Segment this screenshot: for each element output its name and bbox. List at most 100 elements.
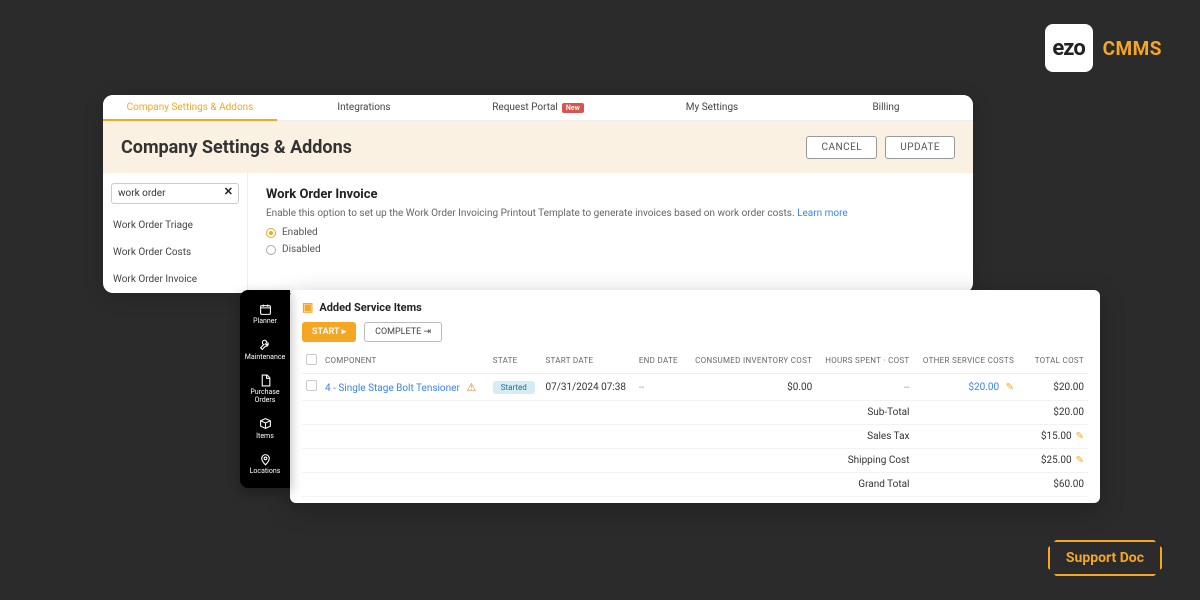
col-total: TOTAL COST — [1018, 348, 1088, 374]
cancel-button[interactable]: CANCEL — [806, 136, 877, 159]
summary-subtotal: Sub-Total $20.00 — [302, 401, 1088, 425]
tab-integrations[interactable]: Integrations — [277, 95, 451, 120]
summary-value: $20.00 — [1018, 401, 1088, 425]
radio-enabled[interactable]: Enabled — [266, 227, 955, 238]
col-hours: HOURS SPENT · COST — [816, 348, 913, 374]
tab-billing[interactable]: Billing — [799, 95, 973, 120]
document-icon — [258, 373, 272, 387]
state-pill: Started — [493, 381, 535, 394]
wrench-icon — [258, 338, 272, 352]
summary-label: Sub-Total — [302, 401, 914, 425]
update-button[interactable]: UPDATE — [885, 136, 955, 159]
nav-purchase-orders[interactable]: Purchase Orders — [240, 367, 290, 410]
panel-icon: ▣ — [302, 300, 313, 314]
nav-items[interactable]: Items — [240, 411, 290, 447]
sidebar-item-costs[interactable]: Work Order Costs — [103, 239, 247, 266]
radio-icon — [266, 228, 276, 238]
summary-salestax: Sales Tax $15.00✎ — [302, 425, 1088, 449]
table-header-row: COMPONENT STATE START DATE END DATE CONS… — [302, 348, 1088, 374]
calendar-icon — [258, 302, 272, 316]
cell-start-date: 07/31/2024 07:38 — [541, 374, 634, 401]
box-icon — [258, 417, 272, 431]
complete-button[interactable]: COMPLETE ⇥ — [364, 322, 442, 342]
desc-text: Enable this option to set up the Work Or… — [266, 208, 795, 219]
sidebar-item-invoice[interactable]: Work Order Invoice — [103, 266, 247, 293]
summary-value: $15.00✎ — [1018, 425, 1088, 449]
learn-more-link[interactable]: Learn more — [797, 208, 848, 219]
summary-label: Sales Tax — [302, 425, 914, 449]
warning-icon: ⚠ — [466, 381, 476, 394]
tab-my-settings[interactable]: My Settings — [625, 95, 799, 120]
cell-end-date: -- — [635, 374, 685, 401]
clear-icon[interactable]: ✕ — [224, 185, 233, 198]
summary-label: Shipping Cost — [302, 449, 914, 473]
logo-product: CMMS — [1103, 37, 1162, 60]
brand-logo: ezo CMMS — [1045, 24, 1162, 72]
edit-icon[interactable]: ✎ — [1006, 382, 1014, 393]
col-other: OTHER SERVICE COSTS — [914, 348, 1019, 374]
service-items-panel: ▣ Added Service Items START ▸ COMPLETE ⇥… — [290, 290, 1100, 503]
support-doc-badge[interactable]: Support Doc — [1048, 540, 1162, 576]
edit-icon[interactable]: ✎ — [1076, 455, 1084, 466]
col-component: COMPONENT — [321, 348, 489, 374]
nav-label: Maintenance — [245, 354, 285, 362]
panel-title-text: Added Service Items — [319, 301, 421, 314]
edit-icon[interactable]: ✎ — [1076, 431, 1084, 442]
row-checkbox[interactable] — [306, 380, 317, 391]
search-wrap: ✕ — [103, 173, 247, 212]
nav-label: Purchase Orders — [242, 389, 288, 404]
cell-component: 4 - Single Stage Bolt Tensioner ⚠ — [321, 374, 489, 401]
logo-mark: ezo — [1045, 24, 1093, 72]
tab-request-portal[interactable]: Request Portal New — [451, 95, 625, 120]
cell-total: $20.00 — [1018, 374, 1088, 401]
body: ✕ Work Order Triage Work Order Costs Wor… — [103, 173, 973, 293]
start-button[interactable]: START ▸ — [302, 322, 356, 342]
select-all-checkbox[interactable] — [306, 354, 317, 365]
summary-label: Grand Total — [302, 473, 914, 497]
component-link[interactable]: 4 - Single Stage Bolt Tensioner — [325, 383, 460, 394]
panel-actions: START ▸ COMPLETE ⇥ — [302, 322, 1088, 342]
col-start-date: START DATE — [541, 348, 634, 374]
tab-label: Request Portal — [492, 102, 558, 113]
nav-planner[interactable]: Planner — [240, 296, 290, 332]
tab-company-settings[interactable]: Company Settings & Addons — [103, 95, 277, 120]
header-actions: CANCEL UPDATE — [806, 136, 955, 159]
col-state: STATE — [489, 348, 542, 374]
floating-nav: Planner Maintenance Purchase Orders Item… — [240, 290, 290, 488]
col-consumed: CONSUMED INVENTORY COST — [684, 348, 816, 374]
radio-icon — [266, 245, 276, 255]
page-title: Company Settings & Addons — [121, 137, 352, 158]
col-end-date: END DATE — [635, 348, 685, 374]
nav-maintenance[interactable]: Maintenance — [240, 332, 290, 368]
nav-label: Planner — [253, 318, 277, 326]
summary-shipping: Shipping Cost $25.00✎ — [302, 449, 1088, 473]
radio-label: Enabled — [282, 227, 318, 238]
cell-hours: -- — [816, 374, 913, 401]
radio-disabled[interactable]: Disabled — [266, 244, 955, 255]
new-badge: New — [562, 103, 584, 113]
radio-label: Disabled — [282, 244, 321, 255]
other-cost-link[interactable]: $20.00 — [968, 382, 999, 393]
panel-title: ▣ Added Service Items — [302, 300, 1088, 314]
summary-grandtotal: Grand Total $60.00 — [302, 473, 1088, 497]
nav-label: Locations — [250, 468, 281, 476]
cell-consumed: $0.00 — [684, 374, 816, 401]
sidebar-item-triage[interactable]: Work Order Triage — [103, 212, 247, 239]
content-area: Work Order Invoice Enable this option to… — [248, 173, 973, 293]
summary-value: $25.00✎ — [1018, 449, 1088, 473]
cell-state: Started — [489, 374, 542, 401]
table-row: 4 - Single Stage Bolt Tensioner ⚠ Starte… — [302, 374, 1088, 401]
cell-other: $20.00 ✎ — [914, 374, 1019, 401]
pin-icon — [258, 452, 272, 466]
top-tabs: Company Settings & Addons Integrations R… — [103, 95, 973, 121]
section-description: Enable this option to set up the Work Or… — [266, 208, 955, 219]
nav-label: Items — [256, 433, 274, 441]
page-header: Company Settings & Addons CANCEL UPDATE — [103, 121, 973, 173]
search-input[interactable] — [111, 183, 239, 204]
summary-value: $60.00 — [1018, 473, 1088, 497]
settings-sidebar: ✕ Work Order Triage Work Order Costs Wor… — [103, 173, 248, 293]
nav-locations[interactable]: Locations — [240, 446, 290, 482]
section-title: Work Order Invoice — [266, 187, 955, 202]
service-table: COMPONENT STATE START DATE END DATE CONS… — [302, 348, 1088, 497]
settings-card: Company Settings & Addons Integrations R… — [103, 95, 973, 293]
